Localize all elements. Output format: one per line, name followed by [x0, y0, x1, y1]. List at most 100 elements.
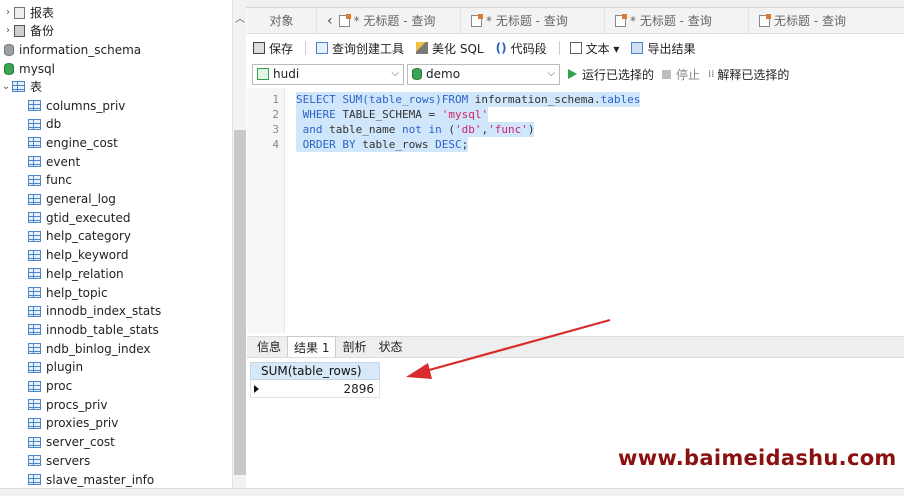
tab-label: 无标题 - 查询: [774, 14, 846, 28]
tree-item-reports[interactable]: › 报表: [2, 3, 54, 22]
arrow-shaft: [421, 318, 611, 374]
connection-select[interactable]: hudi ⌵: [252, 63, 404, 85]
play-icon: [568, 69, 577, 79]
code-snippet-button[interactable]: () 代码段: [496, 40, 547, 57]
column-header[interactable]: SUM(table_rows): [250, 362, 380, 380]
tree-item-table[interactable]: server_cost: [28, 433, 115, 452]
table-icon: [28, 249, 41, 261]
bottom-edge: [0, 488, 904, 496]
tree-item-table[interactable]: gtid_executed: [28, 208, 130, 227]
tree-item-label: proxies_priv: [46, 416, 119, 431]
text-mode-dropdown[interactable]: 文本 ▾: [569, 40, 619, 57]
tree-item-table[interactable]: ndb_binlog_index: [28, 339, 151, 358]
tab-label: 对象: [269, 14, 294, 28]
export-results-button[interactable]: 导出结果: [631, 40, 695, 57]
table-icon: [28, 361, 41, 373]
tab-objects[interactable]: 对象: [247, 7, 317, 34]
chevron-right-icon[interactable]: ›: [2, 25, 14, 36]
code-line-1[interactable]: SELECT SUM(table_rows)FROM information_s…: [296, 92, 641, 107]
query-tab-bar: 对象 ‹ * 无标题 - 查询 * 无标题 - 查询 * 无标题 - 查询 无标…: [247, 7, 904, 34]
tab-query-3[interactable]: * 无标题 - 查询: [605, 7, 749, 34]
tree-item-label: 表: [30, 80, 43, 94]
table-icon: [28, 399, 41, 411]
tree-item-table[interactable]: help_relation: [28, 264, 124, 283]
tree-item-label: event: [46, 154, 81, 169]
table-icon: [28, 305, 41, 317]
tree-item-table[interactable]: proc: [28, 377, 72, 396]
chevron-left-icon[interactable]: ‹: [327, 13, 333, 29]
tree-item-table[interactable]: engine_cost: [28, 133, 118, 152]
tree-item-table[interactable]: procs_priv: [28, 395, 107, 414]
tree-item-table[interactable]: slave_master_info: [28, 470, 154, 489]
run-selected-button[interactable]: 运行已选择的: [568, 66, 654, 83]
tree-item-label: help_keyword: [46, 248, 129, 263]
table-icon: [28, 193, 41, 205]
table-icon: [28, 417, 41, 429]
tree-item-table[interactable]: func: [28, 171, 72, 190]
code-line-2[interactable]: WHERE TABLE_SCHEMA = 'mysql': [296, 107, 489, 122]
database-select[interactable]: demo ⌵: [407, 63, 560, 85]
row-pointer-icon: [254, 384, 259, 393]
query-builder-button[interactable]: 查询创建工具: [316, 40, 404, 57]
chevron-right-icon[interactable]: ›: [2, 7, 14, 18]
tree-item-information-schema[interactable]: information_schema: [4, 40, 141, 59]
tree-item-tables-folder[interactable]: ⌄ 表: [0, 77, 42, 96]
tree-item-table[interactable]: db: [28, 115, 61, 134]
database-value: demo: [426, 67, 461, 81]
explain-selected-button[interactable]: ⁞⁞ 解释已选择的: [708, 66, 789, 83]
tree-item-label: 报表: [30, 6, 55, 20]
object-tree[interactable]: › 报表 › 备份 information_schema mysql ⌄ 表 c…: [0, 0, 232, 496]
connection-bar: hudi ⌵ demo ⌵ 运行已选择的 停止 ⁞⁞ 解释已选择的: [247, 62, 904, 86]
arrow-head: [406, 363, 432, 379]
tree-item-table[interactable]: plugin: [28, 358, 83, 377]
column-header-label: SUM(table_rows): [261, 364, 362, 378]
tree-item-table[interactable]: event: [28, 152, 80, 171]
tree-item-table[interactable]: innodb_index_stats: [28, 302, 161, 321]
database-icon: [412, 68, 422, 80]
tree-item-table[interactable]: columns_priv: [28, 96, 125, 115]
tree-item-table[interactable]: innodb_table_stats: [28, 320, 159, 339]
sql-punctuation: ;: [461, 138, 469, 151]
chevron-down-icon[interactable]: ⌵: [547, 68, 555, 79]
cell-value[interactable]: 2896: [343, 382, 374, 396]
sql-editor[interactable]: 1 2 3 4 SELECT SUM(table_rows)FROM infor…: [247, 88, 904, 333]
tab-query-4[interactable]: 无标题 - 查询: [749, 8, 889, 34]
tree-scrollbar[interactable]: ︿: [232, 0, 246, 496]
table-row[interactable]: 2896: [250, 380, 380, 398]
table-icon: [28, 174, 41, 186]
tree-item-table[interactable]: proxies_priv: [28, 414, 118, 433]
chevron-down-icon[interactable]: ⌵: [391, 68, 399, 79]
sql-keyword: WHERE: [296, 108, 336, 121]
code-line-4[interactable]: ORDER BY table_rows DESC;: [296, 137, 469, 152]
tree-item-table[interactable]: servers: [28, 451, 90, 470]
text-icon: [569, 42, 582, 54]
table-icon: [28, 212, 41, 224]
tree-item-mysql[interactable]: mysql: [4, 59, 55, 78]
toolbar-divider: [558, 41, 560, 55]
chevron-down-icon[interactable]: ⌄: [0, 81, 12, 92]
tree-item-backup[interactable]: › 备份: [2, 21, 54, 40]
tree-item-table[interactable]: help_category: [28, 227, 131, 246]
tree-item-table[interactable]: general_log: [28, 190, 116, 209]
tree-item-label: servers: [46, 453, 91, 468]
scrollbar-thumb[interactable]: [234, 130, 246, 475]
code-line-3[interactable]: and table_name not in ('db','func'): [296, 122, 535, 137]
tab-info[interactable]: 信息: [251, 336, 287, 357]
beautify-sql-button[interactable]: 美化 SQL: [416, 40, 484, 57]
database-icon: [4, 62, 14, 75]
scroll-up-arrow-icon[interactable]: ︿: [235, 10, 245, 25]
tab-label: * 无标题 - 查询: [630, 14, 712, 28]
tab-profile[interactable]: 剖析: [336, 336, 372, 357]
line-number: 2: [272, 108, 279, 121]
tab-label: 结果 1: [294, 340, 330, 355]
tree-item-label: help_topic: [46, 285, 108, 300]
tree-item-table[interactable]: help_topic: [28, 283, 108, 302]
tab-result-1[interactable]: 结果 1: [287, 336, 337, 357]
result-grid[interactable]: SUM(table_rows) 2896: [250, 362, 380, 398]
tree-item-table[interactable]: help_keyword: [28, 246, 128, 265]
sql-keyword: ORDER BY: [296, 138, 356, 151]
stop-button[interactable]: 停止: [662, 66, 700, 83]
tab-query-1[interactable]: ‹ * 无标题 - 查询: [317, 7, 461, 34]
tab-query-2[interactable]: * 无标题 - 查询: [461, 7, 605, 34]
save-button[interactable]: 保存: [253, 40, 293, 57]
